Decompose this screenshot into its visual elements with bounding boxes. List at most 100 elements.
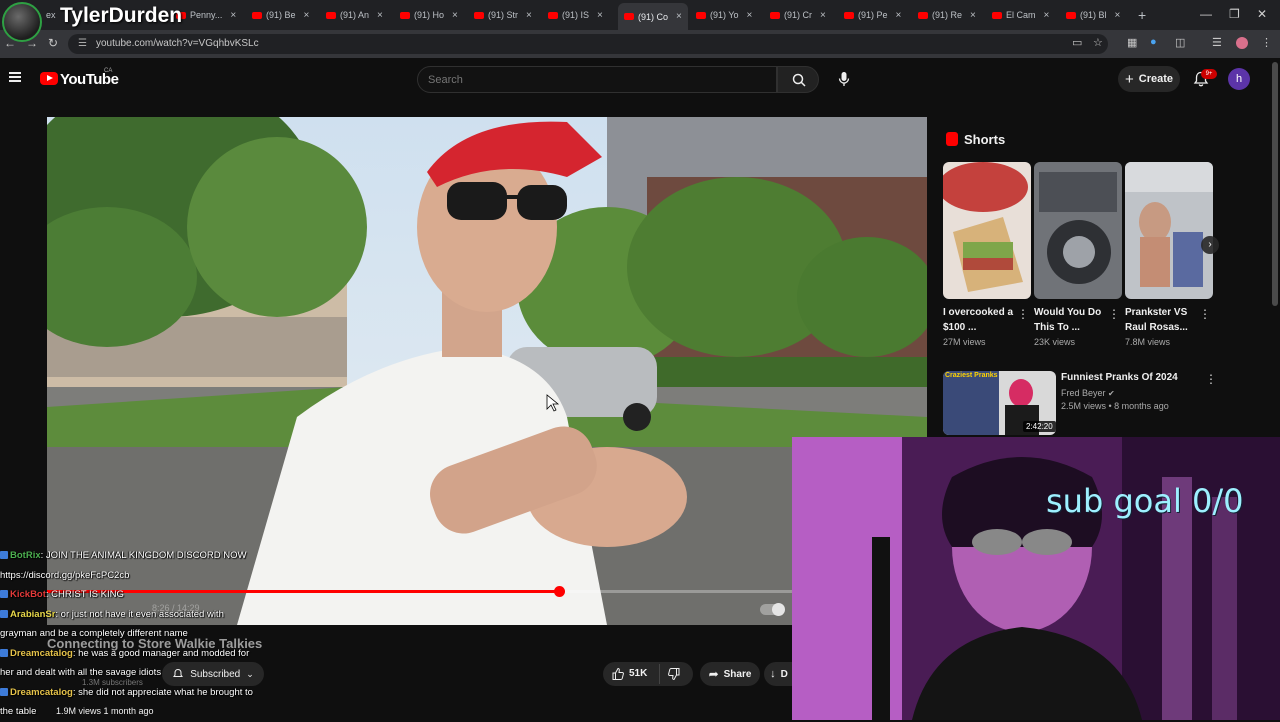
close-tab-icon[interactable]: ×: [1115, 10, 1121, 21]
search-button[interactable]: [777, 66, 819, 93]
close-tab-icon[interactable]: ×: [230, 10, 236, 21]
youtube-favicon-icon: [1066, 11, 1076, 19]
voice-search-button[interactable]: [833, 68, 855, 90]
youtube-favicon-icon: [252, 11, 262, 19]
browser-tab[interactable]: Penny... ×: [176, 6, 236, 24]
puzzle-icon[interactable]: ◫: [1175, 36, 1185, 49]
youtube-favicon-icon: [770, 11, 780, 19]
recommended-channel[interactable]: Fred Beyer ✔: [1061, 388, 1115, 398]
download-label: D: [780, 668, 788, 680]
short-thumbnail[interactable]: [1034, 162, 1122, 299]
progress-scrubber-handle[interactable]: [553, 586, 565, 597]
url-field[interactable]: ☰ youtube.com/watch?v=VGqhbvKSLc: [68, 34, 1108, 54]
close-tab-icon[interactable]: ×: [304, 10, 310, 21]
browser-tab[interactable]: (91) Pe ×: [844, 6, 901, 24]
chat-text: her and dealt with all the savage idiots: [0, 667, 162, 678]
short-card[interactable]: Would You Do This To ... 23K views ⋮: [1034, 162, 1122, 347]
region-code: CA: [104, 68, 113, 74]
close-tab-icon[interactable]: ×: [896, 10, 902, 21]
page-scrollbar[interactable]: [1272, 62, 1278, 306]
short-card[interactable]: I overcooked a $100 ... 27M views ⋮: [943, 162, 1031, 347]
browser-tab[interactable]: (91) Yo ×: [696, 6, 752, 24]
close-window-icon[interactable]: ✕: [1257, 7, 1267, 21]
youtube-logo-icon[interactable]: [40, 72, 58, 85]
browser-tab[interactable]: (91) Be ×: [252, 6, 309, 24]
profile-icon[interactable]: [1236, 37, 1248, 49]
close-tab-icon[interactable]: ×: [452, 10, 458, 21]
short-card[interactable]: Prankster VS Raul Rosas... 7.8M views ⋮: [1125, 162, 1213, 347]
tab-label: (91) Re: [932, 10, 963, 20]
more-options-icon[interactable]: ⋮: [1108, 307, 1120, 321]
browser-tab[interactable]: El Cam ×: [992, 6, 1049, 24]
tab-label: (91) Ho: [414, 10, 445, 20]
short-views: 7.8M views: [1125, 337, 1171, 347]
chat-text: the table: [0, 706, 37, 717]
extension-icon[interactable]: ▦: [1127, 36, 1137, 49]
short-thumbnail-image: [943, 162, 1031, 299]
close-tab-icon[interactable]: ×: [820, 10, 826, 21]
short-thumbnail[interactable]: [1125, 162, 1213, 299]
chat-text: : she did not appreciate what he brought…: [72, 686, 253, 698]
browser-tab[interactable]: (91) IS ×: [548, 6, 603, 24]
short-title[interactable]: Prankster VS Raul Rosas...: [1125, 305, 1201, 335]
verified-icon: ✔: [1108, 389, 1115, 398]
extension-blue-icon[interactable]: ●: [1150, 36, 1157, 48]
tab-label: (91) Co: [638, 11, 669, 22]
chat-badge-icon: [0, 648, 8, 657]
youtube-favicon-icon: [624, 13, 634, 20]
browser-tab[interactable]: (91) Str ×: [474, 6, 532, 24]
browser-tab[interactable]: (91) An ×: [326, 6, 383, 24]
recommended-title[interactable]: Funniest Pranks Of 2024: [1061, 372, 1178, 383]
browser-tab[interactable]: (91) Co ×: [618, 3, 688, 30]
reload-icon[interactable]: ↻: [48, 36, 58, 50]
hamburger-menu-icon[interactable]: [9, 72, 21, 82]
like-divider: [659, 664, 660, 684]
bookmark-star-icon[interactable]: ☆: [1093, 36, 1103, 49]
menu-dots-icon[interactable]: ⋮: [1261, 36, 1272, 49]
create-label: Create: [1138, 73, 1173, 85]
short-title[interactable]: Would You Do This To ...: [1034, 305, 1110, 335]
youtube-favicon-icon: [326, 11, 336, 19]
more-options-icon[interactable]: ⋮: [1205, 372, 1217, 386]
chat-text: : CHRIST IS KING: [45, 589, 124, 600]
tab-label: (91) IS: [562, 10, 590, 20]
like-button[interactable]: [611, 667, 625, 684]
autoplay-toggle[interactable]: [760, 603, 785, 616]
browser-tab[interactable]: ex: [46, 6, 56, 24]
close-tab-icon[interactable]: ×: [676, 11, 682, 22]
share-button[interactable]: ➦ Share: [700, 662, 760, 686]
close-tab-icon[interactable]: ×: [747, 10, 753, 21]
maximize-icon[interactable]: ❐: [1229, 7, 1240, 21]
chevron-right-icon[interactable]: ›: [1201, 236, 1219, 254]
more-options-icon[interactable]: ⋮: [1017, 307, 1029, 321]
youtube-favicon-icon: [918, 11, 928, 19]
download-button[interactable]: ↓ D: [764, 662, 794, 686]
close-tab-icon[interactable]: ×: [526, 10, 532, 21]
close-tab-icon[interactable]: ×: [597, 10, 603, 21]
short-thumbnail-image: [1034, 162, 1122, 299]
browser-tab[interactable]: (91) Bl ×: [1066, 6, 1120, 24]
recommended-thumbnail[interactable]: Craziest Pranks 2:42:20: [943, 371, 1056, 435]
create-button[interactable]: + Create: [1118, 66, 1180, 92]
close-tab-icon[interactable]: ×: [377, 10, 383, 21]
close-tab-icon[interactable]: ×: [970, 10, 976, 21]
youtube-favicon-icon: [474, 11, 484, 19]
search-input[interactable]: [417, 66, 777, 93]
new-tab-button[interactable]: +: [1138, 6, 1146, 24]
close-tab-icon[interactable]: ×: [1044, 10, 1050, 21]
browser-tab[interactable]: (91) Ho ×: [400, 6, 458, 24]
recommended-video[interactable]: Craziest Pranks 2:42:20 Funniest Pranks …: [943, 371, 1243, 437]
short-thumbnail[interactable]: [943, 162, 1031, 299]
more-options-icon[interactable]: ⋮: [1199, 307, 1211, 321]
shorts-icon: [946, 132, 958, 146]
browser-tab[interactable]: (91) Cr ×: [770, 6, 826, 24]
media-icon[interactable]: ☰: [1212, 36, 1222, 49]
install-icon[interactable]: ▭: [1072, 36, 1082, 49]
site-info-icon[interactable]: ☰: [78, 34, 87, 54]
user-avatar[interactable]: h: [1228, 68, 1250, 90]
browser-tab[interactable]: (91) Re ×: [918, 6, 976, 24]
dislike-button[interactable]: [667, 667, 681, 684]
short-views: 23K views: [1034, 337, 1076, 347]
minimize-icon[interactable]: —: [1200, 7, 1212, 21]
short-title[interactable]: I overcooked a $100 ...: [943, 305, 1019, 335]
